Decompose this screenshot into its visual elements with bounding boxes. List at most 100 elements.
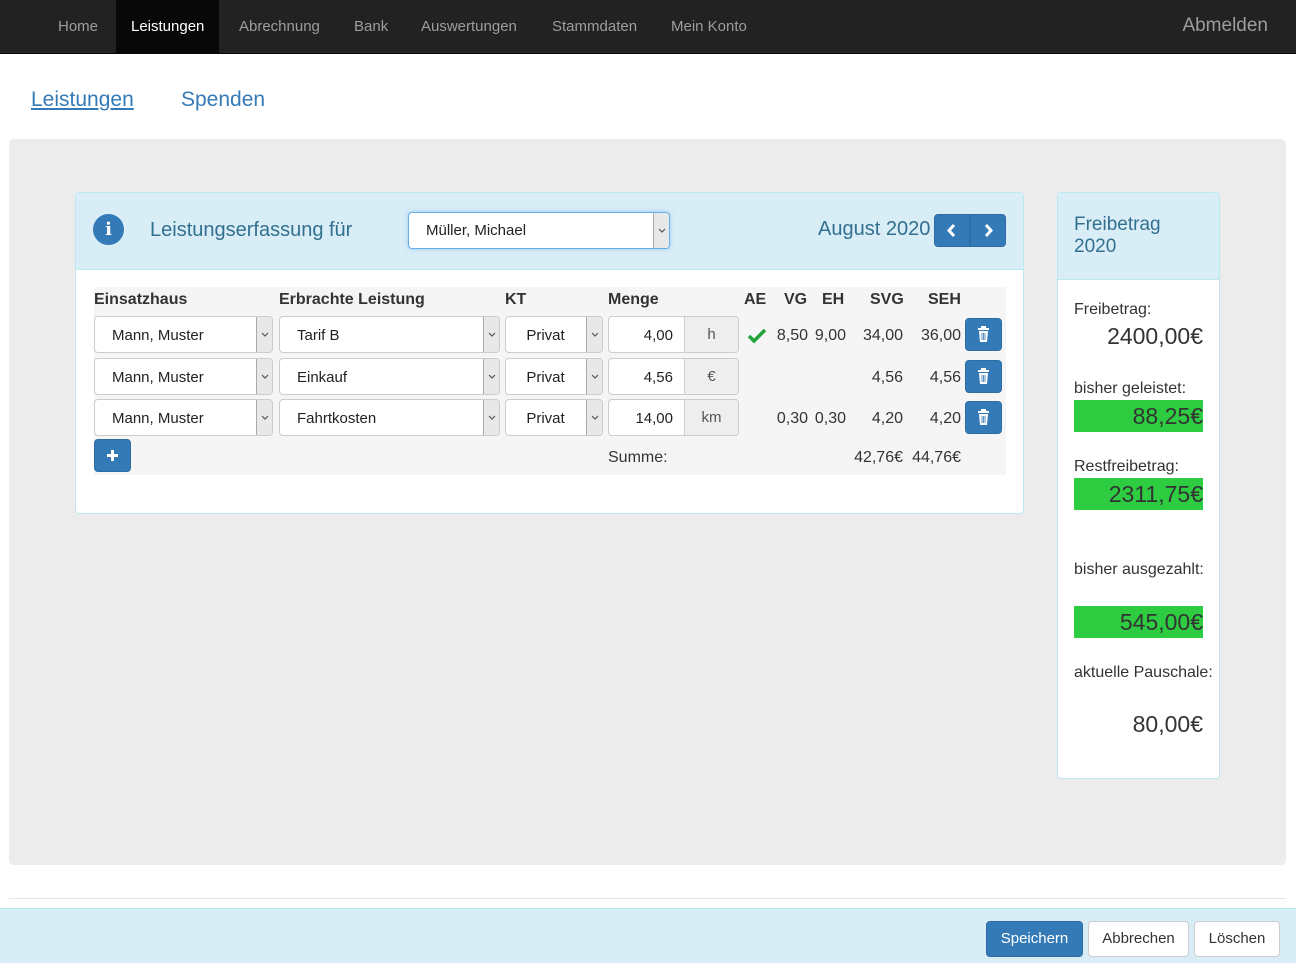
chevron-down-icon <box>483 317 499 352</box>
einsatzhaus-value: Mann, Muster <box>112 410 204 427</box>
chevron-down-icon <box>256 359 272 394</box>
leistung-select[interactable]: Fahrtkosten <box>279 399 500 436</box>
add-row-button[interactable] <box>94 439 131 472</box>
person-select[interactable]: Müller, Michael <box>408 212 670 249</box>
info-icon: i <box>93 214 124 245</box>
header-ae: AE <box>744 291 767 308</box>
einsatzhaus-select[interactable]: Mann, Muster <box>94 399 273 436</box>
chevron-down-icon <box>586 400 602 435</box>
person-select-value: Müller, Michael <box>426 222 527 239</box>
header-svg: SVG <box>870 291 904 308</box>
chevron-down-icon <box>483 359 499 394</box>
seh-value: 4,56 <box>929 369 961 386</box>
kt-value: Privat <box>526 327 565 344</box>
leistung-value: Einkauf <box>297 369 348 386</box>
menge-value: 4,00 <box>643 327 673 344</box>
einsatzhaus-value: Mann, Muster <box>112 369 204 386</box>
nav-auswertungen[interactable]: Auswertungen <box>406 0 532 53</box>
menge-unit: h <box>684 317 738 352</box>
eh-value: 9,00 <box>814 327 846 344</box>
kt-value: Privat <box>526 410 565 427</box>
leistung-select[interactable]: Tarif B <box>279 316 500 353</box>
plus-icon <box>107 450 118 461</box>
chevron-down-icon <box>256 400 272 435</box>
eh-value: 0,30 <box>814 410 846 427</box>
panel-header: i Leistungserfassung für Müller, Michael… <box>76 193 1023 270</box>
nav-bank[interactable]: Bank <box>339 0 403 53</box>
delete-row-button[interactable] <box>965 360 1002 393</box>
chevron-down-icon <box>586 359 602 394</box>
seh-value: 4,20 <box>929 410 961 427</box>
check-icon <box>747 328 767 344</box>
kt-select[interactable]: Privat <box>505 358 603 395</box>
menge-unit: € <box>684 359 738 394</box>
freibetrag-value: 2400,00€ <box>1107 323 1203 349</box>
prev-month-button[interactable] <box>934 214 970 247</box>
trash-icon <box>978 368 989 384</box>
kt-value: Privat <box>526 369 565 386</box>
sum-svg: 42,76€ <box>854 449 903 466</box>
ausgezahlt-label: bisher ausgezahlt: <box>1074 561 1204 578</box>
freibetrag-label: Freibetrag: <box>1074 301 1152 318</box>
chevron-right-icon <box>984 223 994 238</box>
pauschale-label: aktuelle Pauschale: <box>1074 664 1213 681</box>
chevron-down-icon <box>586 317 602 352</box>
kt-select[interactable]: Privat <box>505 316 603 353</box>
header-menge: Menge <box>608 291 659 308</box>
chevron-down-icon <box>653 213 669 248</box>
kt-select[interactable]: Privat <box>505 399 603 436</box>
rest-label: Restfreibetrag: <box>1074 458 1179 475</box>
panel-title: Leistungserfassung für <box>150 219 353 241</box>
subtab-spenden[interactable]: Spenden <box>181 88 265 112</box>
subtab-leistungen[interactable]: Leistungen <box>31 88 134 112</box>
header-kt: KT <box>505 291 527 308</box>
trash-icon <box>978 409 989 425</box>
vg-value: 0,30 <box>776 410 808 427</box>
pauschale-value: 80,00€ <box>1132 711 1203 737</box>
cancel-button[interactable]: Abbrechen <box>1088 921 1189 957</box>
footer-bar: Speichern Abbrechen Löschen <box>0 908 1296 963</box>
einsatzhaus-select[interactable]: Mann, Muster <box>94 358 273 395</box>
header-einsatzhaus: Einsatzhaus <box>94 291 188 308</box>
nav-stammdaten[interactable]: Stammdaten <box>537 0 652 53</box>
sum-label: Summe: <box>608 449 668 466</box>
svg-value: 4,56 <box>871 369 903 386</box>
header-leistung: Erbrachte Leistung <box>279 291 425 308</box>
chevron-down-icon <box>483 400 499 435</box>
nav-home[interactable]: Home <box>43 0 113 53</box>
header-seh: SEH <box>928 291 961 308</box>
nav-leistungen[interactable]: Leistungen <box>116 0 220 53</box>
top-navbar: Home Leistungen Abrechnung Bank Auswertu… <box>0 0 1296 54</box>
chevron-left-icon <box>946 223 956 238</box>
next-month-button[interactable] <box>970 214 1006 247</box>
delete-row-button[interactable] <box>965 318 1002 351</box>
menge-input[interactable]: 14,00 km <box>608 399 739 436</box>
einsatzhaus-select[interactable]: Mann, Muster <box>94 316 273 353</box>
chevron-down-icon <box>256 317 272 352</box>
delete-button[interactable]: Löschen <box>1194 921 1280 957</box>
logout-link[interactable]: Abmelden <box>1182 0 1268 53</box>
header-eh: EH <box>822 291 845 308</box>
menge-value: 14,00 <box>635 410 673 427</box>
ausgezahlt-value: 545,00€ <box>1074 606 1203 638</box>
save-button[interactable]: Speichern <box>986 921 1083 957</box>
freibetrag-panel: Freibetrag 2020 Freibetrag: 2400,00€ bis… <box>1057 192 1220 779</box>
svg-value: 4,20 <box>871 410 903 427</box>
leistung-value: Fahrtkosten <box>297 410 377 427</box>
geleistet-label: bisher geleistet: <box>1074 380 1187 397</box>
nav-mein-konto[interactable]: Mein Konto <box>656 0 762 53</box>
footer-divider <box>9 898 1286 899</box>
sum-seh: 44,76€ <box>912 449 961 466</box>
menge-unit: km <box>684 400 738 435</box>
menge-input[interactable]: 4,56 € <box>608 358 739 395</box>
leistungserfassung-panel: i Leistungserfassung für Müller, Michael… <box>75 192 1024 514</box>
delete-row-button[interactable] <box>965 401 1002 434</box>
nav-abrechnung[interactable]: Abrechnung <box>224 0 335 53</box>
header-vg: VG <box>784 291 808 308</box>
menge-value: 4,56 <box>643 369 673 386</box>
leistung-select[interactable]: Einkauf <box>279 358 500 395</box>
seh-value: 36,00 <box>920 327 961 344</box>
menge-input[interactable]: 4,00 h <box>608 316 739 353</box>
einsatzhaus-value: Mann, Muster <box>112 327 204 344</box>
trash-icon <box>978 326 989 342</box>
